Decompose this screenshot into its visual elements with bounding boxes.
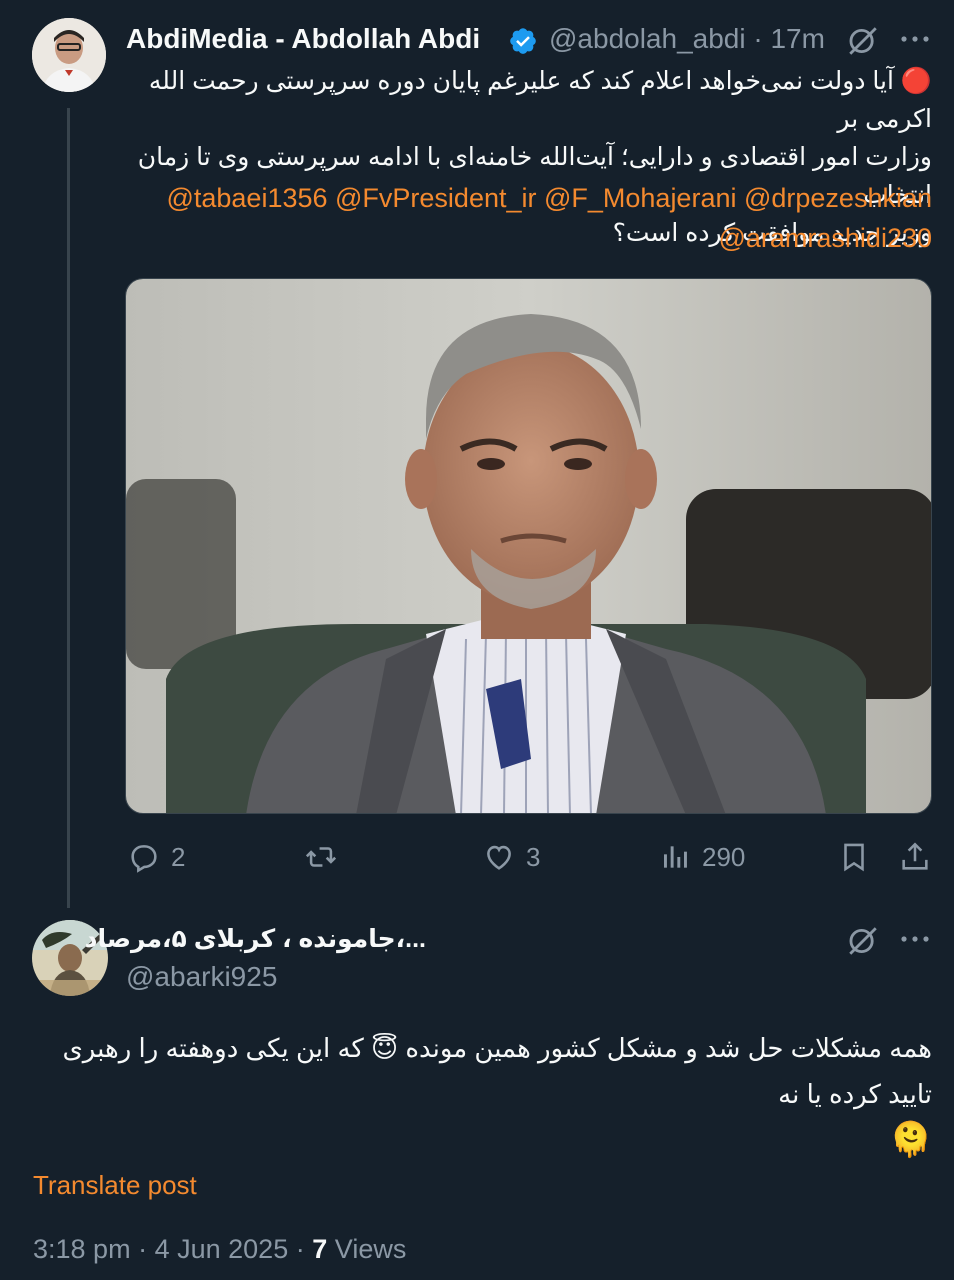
views-button[interactable]: 290 bbox=[660, 840, 745, 874]
retweet-button[interactable] bbox=[303, 840, 339, 874]
translate-post-link[interactable]: Translate post bbox=[33, 1170, 197, 1201]
reply-author-name[interactable]: ...،جامونده ، کربلای ۵،مرصاد bbox=[85, 924, 426, 954]
more-icon[interactable] bbox=[900, 34, 930, 44]
verified-badge-icon bbox=[508, 26, 538, 56]
separator: · bbox=[138, 1234, 148, 1264]
like-icon bbox=[482, 840, 516, 874]
post-text-line: 🔴 آیا دولت نمی‌خواهد اعلام کند که علیرغم… bbox=[148, 67, 932, 133]
reply-author-handle[interactable]: @abarki925 bbox=[126, 961, 277, 993]
post-image[interactable] bbox=[125, 278, 932, 814]
views-count: 7 bbox=[312, 1234, 328, 1264]
reply-text-line: تایید کرده یا نه bbox=[778, 1079, 932, 1109]
reply-count: 2 bbox=[171, 841, 186, 872]
separator: · bbox=[753, 23, 763, 54]
author-name[interactable]: AbdiMedia - Abdollah Abdi bbox=[126, 23, 480, 55]
like-count: 3 bbox=[526, 841, 541, 872]
like-button[interactable]: 3 bbox=[482, 840, 540, 874]
reply-text-line: همه مشکلات حل شد و مشکل کشور همین مونده … bbox=[62, 1033, 932, 1063]
reply-button[interactable]: 2 bbox=[127, 840, 185, 874]
views-icon bbox=[660, 840, 692, 874]
post-timestamp[interactable]: 3:18 pm bbox=[33, 1234, 131, 1264]
reply-icon bbox=[127, 840, 161, 874]
reply-text-line: 🫠 bbox=[889, 1121, 932, 1159]
post-meta: 3:18 pm · 4 Jun 2025 · 7 Views bbox=[33, 1234, 406, 1265]
mentions-line[interactable]: @aramrashidi230 bbox=[126, 218, 932, 258]
grok-icon[interactable] bbox=[846, 24, 880, 58]
author-avatar[interactable] bbox=[32, 18, 106, 92]
share-icon[interactable] bbox=[898, 840, 932, 874]
post-time[interactable]: 17m bbox=[770, 23, 824, 54]
more-icon[interactable] bbox=[900, 934, 930, 944]
grok-icon[interactable] bbox=[846, 924, 880, 958]
views-label: Views bbox=[334, 1234, 407, 1264]
bookmark-icon[interactable] bbox=[837, 840, 871, 874]
author-handle[interactable]: @abdolah_abdi bbox=[549, 23, 746, 54]
views-count: 290 bbox=[702, 841, 746, 872]
retweet-icon bbox=[303, 840, 339, 874]
thread-line bbox=[67, 108, 70, 908]
separator: · bbox=[295, 1234, 305, 1264]
mentions-line[interactable]: @tabaei1356 @FvPresident_ir @F_Mohajeran… bbox=[126, 178, 932, 218]
post-date[interactable]: 4 Jun 2025 bbox=[155, 1234, 289, 1264]
